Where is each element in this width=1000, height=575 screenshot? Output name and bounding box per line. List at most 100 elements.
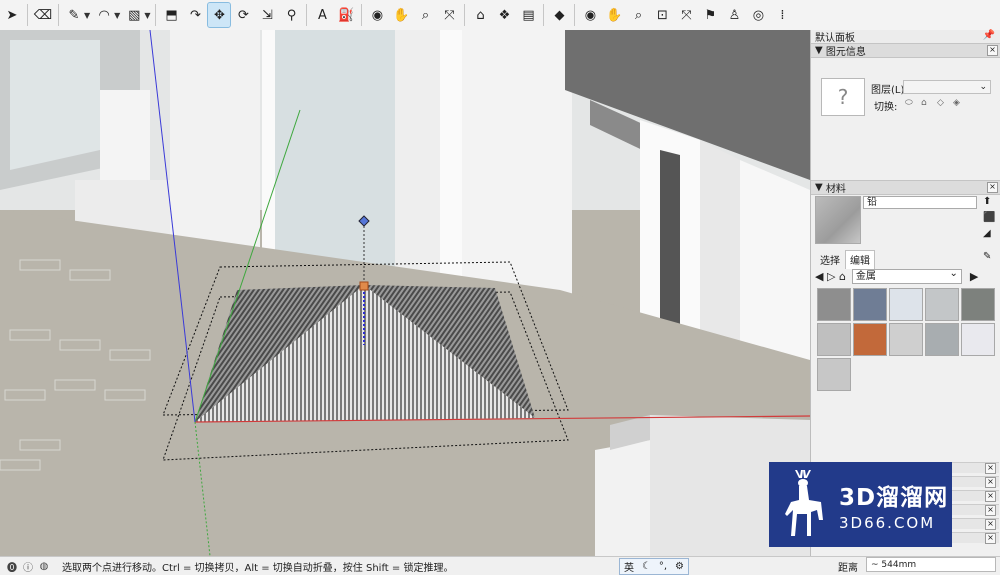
forward-icon[interactable]: ▷ bbox=[827, 270, 835, 283]
zoom-window-icon[interactable]: ⊡ bbox=[651, 3, 673, 27]
ruby-icon[interactable]: ◆ bbox=[548, 3, 570, 27]
collapsed-panel[interactable]: × bbox=[951, 490, 999, 502]
user-icon[interactable]: ◍ bbox=[36, 561, 52, 572]
extension-warehouse-icon[interactable]: ❖ bbox=[493, 3, 515, 27]
move-icon[interactable]: ✥ bbox=[207, 2, 232, 28]
receive-shadow-icon[interactable]: ◇ bbox=[937, 98, 944, 108]
zoom-icon[interactable]: ⌕ bbox=[414, 3, 436, 27]
3d-viewport[interactable] bbox=[0, 30, 810, 556]
material-name-field[interactable]: 铅 bbox=[863, 196, 977, 209]
deer-icon bbox=[785, 469, 823, 536]
material-name-value: 铅 bbox=[867, 197, 877, 208]
material-swatch[interactable] bbox=[961, 288, 995, 321]
toggle-label: 切换: bbox=[874, 102, 898, 113]
zoom-extents-icon[interactable]: ⤧ bbox=[438, 3, 460, 27]
rectangle-icon[interactable]: ▧ bbox=[123, 3, 145, 27]
info-icon[interactable]: ⓘ bbox=[20, 559, 36, 574]
zoom-extents2-icon[interactable]: ⤧ bbox=[675, 3, 697, 27]
main-toolbar: ➤ ⌫ ✎ ▼ ◠ ▼ ▧ ▼ ⬒ ↷ ✥ ⟳ ⇲ ⚲ A ⛽ ◉ ✋ ⌕ ⤧ ⌂ ❖ ▤ ◆ ◉ ✋ ⌕ ⊡ ⤧ ⚑ ♙ ◎ ⁞ bbox=[0, 0, 1000, 31]
3d-warehouse-icon[interactable]: ⌂ bbox=[469, 3, 491, 27]
hide-toggle-icon[interactable]: ⬭ bbox=[905, 98, 913, 108]
paint-bucket-icon[interactable]: ⛽ bbox=[335, 3, 357, 27]
tab-select[interactable]: 选择 bbox=[815, 250, 845, 269]
moon-icon: ☾ bbox=[641, 561, 651, 572]
scale-icon[interactable]: ⇲ bbox=[256, 3, 278, 27]
material-swatch[interactable] bbox=[925, 323, 959, 356]
toolbar-separator bbox=[464, 4, 466, 26]
entity-info-header[interactable]: ▼ 图元信息 × bbox=[811, 43, 1000, 58]
sample-paint-icon[interactable]: ◢ bbox=[983, 228, 991, 239]
pan2-icon[interactable]: ✋ bbox=[603, 3, 625, 27]
tape-measure-icon[interactable]: ⚲ bbox=[280, 3, 302, 27]
follow-me-icon[interactable]: ↷ bbox=[184, 3, 206, 27]
pin-icon[interactable]: 📌 bbox=[983, 30, 995, 41]
default-material-icon[interactable]: ⬛ bbox=[983, 212, 995, 223]
measurement-input[interactable]: ~ 544mm bbox=[866, 557, 996, 572]
close-icon[interactable]: × bbox=[985, 477, 996, 488]
orbit-icon[interactable]: ◉ bbox=[366, 3, 388, 27]
toolbar-separator bbox=[543, 4, 545, 26]
material-swatch[interactable] bbox=[817, 288, 851, 321]
chevron-down-icon[interactable]: ▼ bbox=[114, 11, 120, 20]
push-pull-icon[interactable]: ⬒ bbox=[160, 3, 182, 27]
material-swatch[interactable] bbox=[853, 288, 887, 321]
material-swatch[interactable] bbox=[817, 358, 851, 391]
material-swatch[interactable] bbox=[889, 288, 923, 321]
position-camera-icon[interactable]: ⚑ bbox=[699, 3, 721, 27]
collection-value: 金属 bbox=[855, 270, 876, 282]
material-swatch[interactable] bbox=[817, 323, 851, 356]
close-icon[interactable]: × bbox=[985, 519, 996, 530]
cast-shadow-icon[interactable]: ◈ bbox=[953, 98, 960, 108]
arc-icon[interactable]: ◠ bbox=[93, 3, 115, 27]
material-swatch[interactable] bbox=[925, 288, 959, 321]
geolocation-icon[interactable]: ⓿ bbox=[4, 559, 20, 574]
scene-drawing bbox=[0, 30, 810, 556]
footprints-icon[interactable]: ⁞ bbox=[771, 3, 793, 27]
collection-select[interactable]: 金属 bbox=[851, 267, 962, 284]
chevron-down-icon[interactable]: ▼ bbox=[84, 11, 90, 20]
details-icon[interactable]: ▶ bbox=[970, 270, 978, 283]
chevron-down-icon[interactable]: ▼ bbox=[144, 11, 150, 20]
rotate-icon[interactable]: ⟳ bbox=[232, 3, 254, 27]
back-icon[interactable]: ◀ bbox=[815, 270, 823, 283]
layout-icon[interactable]: ▤ bbox=[517, 3, 539, 27]
toolbar-separator bbox=[306, 4, 308, 26]
close-icon[interactable]: × bbox=[985, 463, 996, 474]
toolbar-separator bbox=[574, 4, 576, 26]
close-icon[interactable]: × bbox=[985, 505, 996, 516]
material-swatch[interactable] bbox=[853, 323, 887, 356]
select-icon[interactable]: ➤ bbox=[1, 3, 23, 27]
watermark-title: 3D溜溜网 bbox=[839, 484, 949, 511]
lock-toggle-icon[interactable]: ⌂ bbox=[921, 98, 927, 108]
collapsed-panel[interactable]: × bbox=[951, 504, 999, 516]
tab-edit[interactable]: 编辑 bbox=[845, 250, 875, 269]
eyedropper-icon[interactable]: ✎ bbox=[983, 251, 991, 262]
collapsed-panel[interactable]: × bbox=[951, 518, 999, 530]
materials-header[interactable]: ▼ 材料 × bbox=[811, 180, 1000, 195]
material-swatches bbox=[817, 288, 995, 391]
ime-indicator[interactable]: 英 ☾ °, ⚙ bbox=[619, 558, 689, 575]
collapsed-panel[interactable]: × bbox=[951, 462, 999, 474]
zoom2-icon[interactable]: ⌕ bbox=[627, 3, 649, 27]
pencil-icon[interactable]: ✎ bbox=[63, 3, 85, 27]
material-swatch[interactable] bbox=[889, 323, 923, 356]
entity-preview: ? bbox=[821, 78, 865, 116]
orbit2-icon[interactable]: ◉ bbox=[579, 3, 601, 27]
look-around-icon[interactable]: ◎ bbox=[747, 3, 769, 27]
collapsed-panel[interactable]: × bbox=[951, 476, 999, 488]
tray-title-label: 默认面板 bbox=[815, 33, 855, 44]
layer-select[interactable]: ⌄ bbox=[903, 80, 991, 94]
eraser-icon[interactable]: ⌫ bbox=[32, 3, 54, 27]
close-icon[interactable]: × bbox=[987, 182, 998, 193]
walk-icon[interactable]: ♙ bbox=[723, 3, 745, 27]
close-icon[interactable]: × bbox=[987, 45, 998, 56]
text-icon[interactable]: A bbox=[311, 3, 333, 27]
pan-icon[interactable]: ✋ bbox=[390, 3, 412, 27]
material-swatch[interactable] bbox=[961, 323, 995, 356]
close-icon[interactable]: × bbox=[985, 533, 996, 544]
create-material-icon[interactable]: ⬆ bbox=[983, 196, 991, 207]
close-icon[interactable]: × bbox=[985, 491, 996, 502]
collapsed-panel[interactable]: × bbox=[951, 532, 999, 544]
home-icon[interactable]: ⌂ bbox=[839, 270, 846, 283]
collapse-arrow-icon: ▼ bbox=[815, 45, 826, 56]
